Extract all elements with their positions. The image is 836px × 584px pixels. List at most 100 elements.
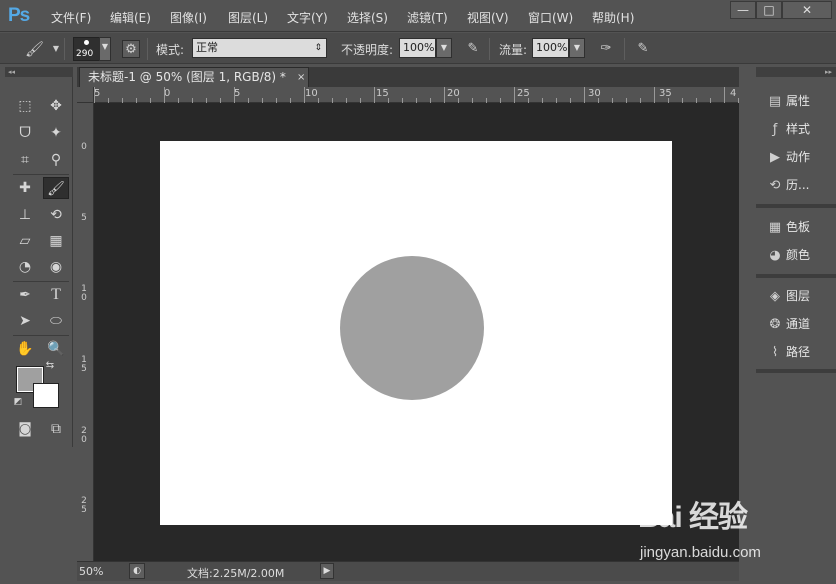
ruler-tick [164, 87, 165, 103]
export-icon[interactable]: ◐ [129, 563, 145, 579]
opacity-input[interactable]: 100% [399, 38, 436, 58]
crop-tool-icon[interactable]: ⌗ [12, 149, 38, 171]
brush-panel-toggle-icon[interactable]: ⚙ [122, 40, 140, 58]
type-tool-icon[interactable]: T [43, 284, 69, 306]
flow-dropdown[interactable]: ▼ [569, 38, 585, 58]
vertical-ruler[interactable]: 0 5 10 15 20 25 [77, 103, 94, 561]
quick-mask-icon[interactable]: ◙ [12, 418, 38, 440]
swatches-icon: ▦ [768, 220, 782, 235]
zoom-tool-icon[interactable]: 🔍 [43, 338, 69, 360]
ruler-tick [486, 98, 487, 103]
blur-tool-icon[interactable]: ◔ [12, 256, 38, 278]
eraser-tool-icon[interactable]: ▱ [12, 230, 38, 252]
magic-wand-tool-icon[interactable]: ✦ [43, 122, 69, 144]
menu-layer[interactable]: 图层(L) [228, 9, 268, 26]
separator [756, 369, 836, 373]
color-palette-icon: ◕ [769, 248, 781, 263]
close-button[interactable]: ✕ [782, 1, 832, 19]
eyedropper-tool-icon[interactable]: ⚲ [43, 149, 69, 171]
ruler-origin[interactable] [77, 87, 94, 103]
menu-image[interactable]: 图像(I) [170, 9, 207, 26]
ruler-tick [150, 98, 151, 103]
separator [624, 38, 625, 60]
menu-bar: Ps 文件(F) 编辑(E) 图像(I) 图层(L) 文字(Y) 选择(S) 滤… [0, 0, 836, 32]
panel-layers[interactable]: ◈ 图层 [764, 284, 834, 308]
move-tool-icon[interactable]: ✥ [43, 95, 69, 117]
menu-view[interactable]: 视图(V) [467, 9, 509, 26]
opacity-dropdown[interactable]: ▼ [436, 38, 452, 58]
horizontal-ruler[interactable]: 5 0 5 10 15 20 25 30 35 4 [94, 87, 739, 103]
minimize-button[interactable]: — [730, 1, 756, 19]
brush-size-dropdown[interactable]: ▼ [99, 37, 111, 61]
menu-select[interactable]: 选择(S) [347, 9, 388, 26]
layers-icon: ◈ [770, 289, 780, 304]
ellipse-tool-icon[interactable]: ⬭ [43, 310, 69, 332]
menu-file[interactable]: 文件(F) [51, 9, 91, 26]
toolbox: ◂◂ ⬚ ✥ ᗜ ✦ ⌗ ⚲ ✚ 🖌 ⊥ ⟲ ▱ ▦ ◔ ◉ ✒ T ➤ ⬭ ✋… [5, 67, 73, 447]
brush-tool-preset-icon[interactable]: 🖌 [25, 40, 44, 58]
ruler-tick [500, 98, 501, 103]
brush-size-picker[interactable]: 290 [73, 37, 100, 61]
pen-tool-icon[interactable]: ✒ [12, 284, 38, 306]
ruler-label: 25 [81, 496, 87, 515]
status-menu-arrow-icon[interactable]: ▶ [320, 563, 334, 579]
panel-properties[interactable]: ▤ 属性 [764, 89, 834, 113]
pressure-opacity-icon[interactable]: ✎ [464, 40, 482, 58]
hand-tool-icon[interactable]: ✋ [12, 338, 38, 360]
gradient-tool-icon[interactable]: ▦ [43, 230, 69, 252]
dodge-tool-icon[interactable]: ◉ [43, 256, 69, 278]
ruler-tick [192, 98, 193, 103]
path-selection-tool-icon[interactable]: ➤ [12, 310, 38, 332]
panel-expand-icon[interactable]: ▸▸ [756, 67, 836, 77]
toolbox-collapse-icon[interactable]: ◂◂ [5, 67, 73, 77]
panel-styles[interactable]: ƒ 样式 [764, 117, 834, 141]
healing-brush-tool-icon[interactable]: ✚ [12, 177, 38, 199]
chevron-down-icon[interactable]: ▼ [47, 40, 65, 58]
ruler-tick [346, 98, 347, 103]
background-color-swatch[interactable] [33, 383, 59, 408]
history-brush-tool-icon[interactable]: ⟲ [43, 204, 69, 226]
panel-swatches[interactable]: ▦ 色板 [764, 215, 834, 239]
menu-window[interactable]: 窗口(W) [528, 9, 573, 26]
ruler-label: 0 [81, 142, 87, 152]
flow-input[interactable]: 100% [532, 38, 569, 58]
document-canvas[interactable] [160, 141, 672, 525]
ruler-tick [318, 98, 319, 103]
mode-select[interactable]: 正常 ⇕ [192, 38, 327, 58]
airbrush-icon[interactable]: ✑ [597, 40, 615, 58]
ruler-label: 10 [81, 284, 87, 303]
ruler-label: 4 [730, 88, 737, 99]
panel-paths[interactable]: ⌇ 路径 [764, 340, 834, 364]
panel-history[interactable]: ⟲ 历... [764, 173, 834, 197]
swap-colors-icon[interactable]: ⇆ [43, 359, 57, 373]
ruler-label: 15 [81, 355, 87, 374]
menu-type[interactable]: 文字(Y) [287, 9, 328, 26]
ruler-tick [402, 98, 403, 103]
lasso-tool-icon[interactable]: ᗜ [12, 122, 38, 144]
menu-help[interactable]: 帮助(H) [592, 9, 634, 26]
panel-color[interactable]: ◕ 颜色 [764, 243, 834, 267]
clone-stamp-tool-icon[interactable]: ⊥ [12, 204, 38, 226]
document-tab[interactable]: 未标题-1 @ 50% (图层 1, RGB/8) * × [79, 67, 309, 87]
menu-filter[interactable]: 滤镜(T) [407, 9, 448, 26]
ruler-tick [598, 98, 599, 103]
close-icon[interactable]: × [297, 68, 305, 87]
ruler-tick [220, 98, 221, 103]
ruler-tick [94, 87, 95, 103]
panel-channels[interactable]: ❂ 通道 [764, 312, 834, 336]
baidu-jingyan-logo: Bai 经验 [638, 501, 748, 534]
menu-edit[interactable]: 编辑(E) [110, 9, 151, 26]
ruler-tick [444, 87, 445, 103]
zoom-level[interactable]: 50% [79, 565, 103, 578]
default-colors-icon[interactable]: ◩ [11, 395, 25, 409]
ruler-tick [430, 98, 431, 103]
brush-tool-icon[interactable]: 🖌 [43, 177, 69, 199]
screen-mode-icon[interactable]: ⧉ [43, 418, 69, 440]
opacity-label: 不透明度: [341, 43, 394, 57]
ruler-tick [276, 98, 277, 103]
ruler-tick [724, 87, 725, 103]
pressure-size-icon[interactable]: ✎ [634, 40, 652, 58]
restore-button[interactable]: □ [756, 1, 782, 19]
panel-actions[interactable]: ▶ 动作 [764, 145, 834, 169]
marquee-tool-icon[interactable]: ⬚ [12, 95, 38, 117]
